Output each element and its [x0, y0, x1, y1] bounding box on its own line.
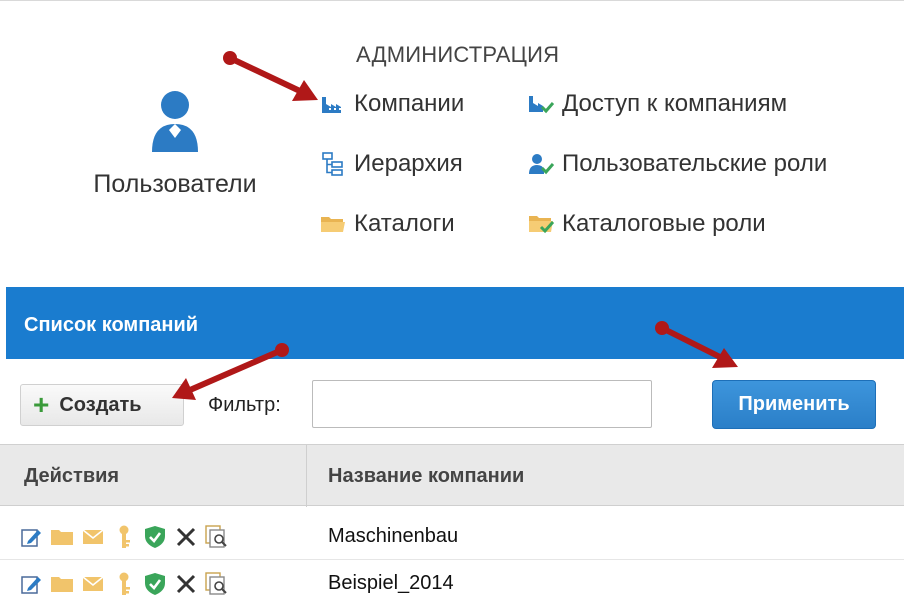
admin-section-title: АДМИНИСТРАЦИЯ [356, 42, 560, 67]
users-section[interactable]: Пользователи [60, 90, 290, 199]
folder-icon[interactable] [49, 523, 75, 551]
plus-icon: + [33, 389, 50, 420]
hierarchy-icon [320, 152, 346, 176]
envelope-icon[interactable] [80, 523, 106, 551]
folder-check-icon [528, 212, 554, 236]
column-header-company-name[interactable]: Название компании [328, 465, 524, 488]
envelope-icon[interactable] [80, 570, 106, 598]
factory-check-icon [528, 92, 554, 116]
company-name-cell: Maschinenbau [328, 525, 459, 547]
company-name-cell: Beispiel_2014 [328, 572, 454, 594]
delete-icon[interactable] [173, 523, 199, 551]
key-icon[interactable] [111, 523, 137, 551]
shield-icon[interactable] [142, 523, 168, 551]
column-header-actions[interactable]: Действия [24, 465, 119, 488]
menu-item-label: Каталоги [354, 210, 455, 237]
shield-icon[interactable] [142, 570, 168, 598]
edit-icon[interactable] [18, 570, 44, 598]
menu-item-label: Каталоговые роли [562, 210, 766, 237]
preview-icon[interactable] [204, 523, 230, 551]
menu-item-catalogs[interactable]: Каталоги [320, 210, 455, 238]
table-header: Действия Название компании [0, 444, 904, 507]
folder-icon[interactable] [49, 570, 75, 598]
table-row[interactable]: Maschinenbau [0, 514, 904, 560]
company-list-header: Список компаний [6, 287, 904, 359]
top-divider [0, 0, 904, 1]
panel-title: Список компаний [24, 314, 199, 336]
folder-icon [320, 212, 346, 236]
row-actions [18, 570, 235, 598]
menu-item-company-access[interactable]: Доступ к компаниям [528, 90, 787, 118]
delete-icon[interactable] [173, 570, 199, 598]
column-divider [306, 445, 307, 507]
menu-item-label: Пользовательские роли [562, 150, 828, 177]
menu-item-label: Иерархия [354, 150, 463, 177]
edit-icon[interactable] [18, 523, 44, 551]
apply-button[interactable]: Применить [712, 380, 876, 429]
create-button-label: Создать [59, 393, 142, 416]
filter-label: Фильтр: [208, 394, 281, 416]
factory-icon [320, 92, 346, 116]
row-actions [18, 523, 235, 551]
menu-item-label: Компании [354, 90, 465, 117]
menu-item-catalog-roles[interactable]: Каталоговые роли [528, 210, 766, 238]
menu-item-label: Доступ к компаниям [562, 90, 788, 117]
users-label[interactable]: Пользователи [60, 170, 290, 199]
menu-item-companies[interactable]: Компании [320, 90, 464, 118]
table-row[interactable]: Beispiel_2014 [0, 561, 904, 605]
create-button[interactable]: + Создать [20, 384, 184, 426]
menu-item-hierarchy[interactable]: Иерархия [320, 150, 463, 178]
user-icon [152, 91, 198, 152]
filter-input[interactable] [312, 380, 652, 428]
preview-icon[interactable] [204, 570, 230, 598]
menu-item-user-roles[interactable]: Пользовательские роли [528, 150, 827, 178]
user-check-icon [528, 152, 554, 176]
key-icon[interactable] [111, 570, 137, 598]
